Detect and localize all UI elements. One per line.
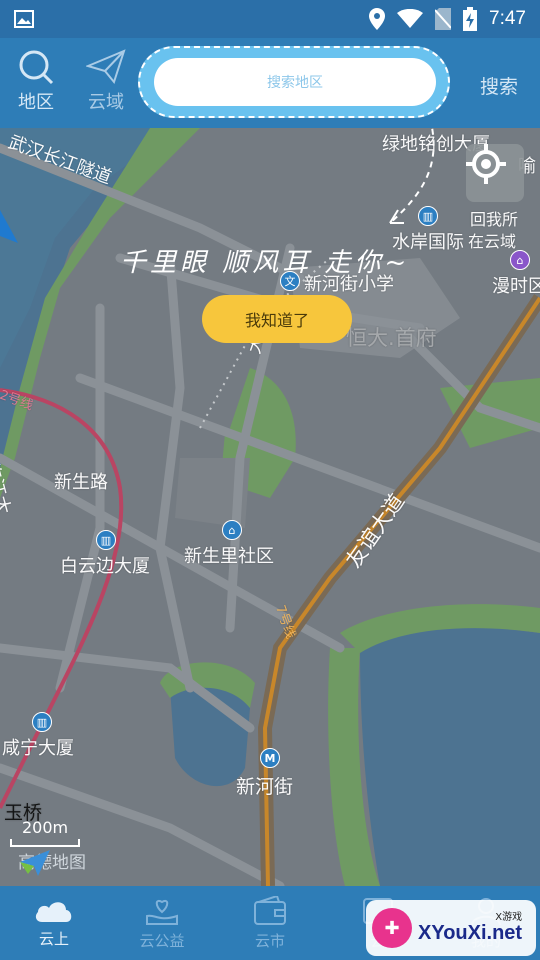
community-icon: ⌂ (222, 520, 242, 540)
amap-logo-icon (20, 850, 50, 876)
search-input[interactable]: 搜索地区 (154, 58, 436, 106)
status-bar: 7:47 (0, 0, 540, 38)
building-icon: ▥ (96, 530, 116, 550)
map-label: 咸宁大厦 (2, 738, 74, 759)
shop-icon: ⌂ (510, 250, 530, 270)
nav-item-market[interactable]: 云市 (216, 886, 324, 960)
app-root: 7:47 地区 云域 搜索地区 搜索 武汉长江隧道 绿地铭创大厦 喻 回我所 ▥… (0, 0, 540, 960)
map-label: 回我所 (470, 210, 519, 229)
wifi-icon (397, 9, 424, 28)
map-label: 新河街 (236, 776, 294, 798)
map-label: 恒大.首府 (346, 326, 437, 350)
search-icon (19, 50, 54, 85)
crosshair-icon (466, 144, 506, 184)
gamepad-icon: ✚ (372, 908, 412, 948)
tab-cloud-label: 云域 (88, 92, 124, 113)
status-time: 7:47 (489, 8, 526, 29)
metro-icon: M (260, 748, 280, 768)
gallery-icon (14, 10, 34, 28)
battery-charging-icon (463, 7, 478, 31)
map-brand: 高德地图 (18, 848, 86, 876)
map-label: 新生路 (54, 472, 108, 493)
map-label: 漫时区 (492, 276, 540, 297)
scale-label: 200m (22, 818, 69, 837)
scale-bar: 200m (10, 818, 80, 847)
building-icon: ▥ (418, 206, 438, 226)
nav-label: 云上 (38, 929, 69, 948)
no-sim-icon (435, 8, 452, 30)
search-button[interactable]: 搜索 (480, 72, 518, 99)
tab-region[interactable]: 地区 (6, 48, 66, 114)
map-view[interactable]: 武汉长江隧道 绿地铭创大厦 喻 回我所 ▥ 水岸国际 在云域 文 新河街小学 ⌂… (0, 128, 540, 886)
map-label: 新生里社区 (184, 546, 274, 567)
watermark-big: XYouXi.net (418, 922, 523, 944)
tab-region-label: 地区 (18, 92, 54, 113)
map-label: 在云域 (468, 232, 517, 251)
tab-cloud-domain[interactable]: 云域 (76, 48, 136, 114)
got-it-button[interactable]: 我知道了 (202, 295, 352, 343)
nav-item-cloud-top[interactable]: 云上 (0, 886, 108, 960)
wallet-icon (254, 895, 286, 925)
location-icon (369, 8, 386, 30)
cloud-icon (35, 901, 72, 922)
nav-label: 云公益 (139, 931, 185, 950)
heart-hand-icon (146, 899, 178, 925)
locate-button[interactable] (466, 144, 524, 202)
site-watermark: ✚ X游戏 XYouXi.net (366, 900, 536, 956)
search-highlight: 搜索地区 (138, 46, 450, 118)
search-placeholder: 搜索地区 (267, 75, 323, 91)
building-icon: ▥ (32, 712, 52, 732)
map-label: 白云边大厦 (60, 556, 150, 577)
nav-label: 云市 (254, 931, 285, 950)
top-bar: 地区 云域 搜索地区 搜索 (0, 38, 540, 128)
nav-item-charity[interactable]: 云公益 (108, 886, 216, 960)
guide-slogan: 千里眼 顺风耳 走你~ (120, 248, 411, 278)
paper-plane-icon (86, 49, 126, 85)
